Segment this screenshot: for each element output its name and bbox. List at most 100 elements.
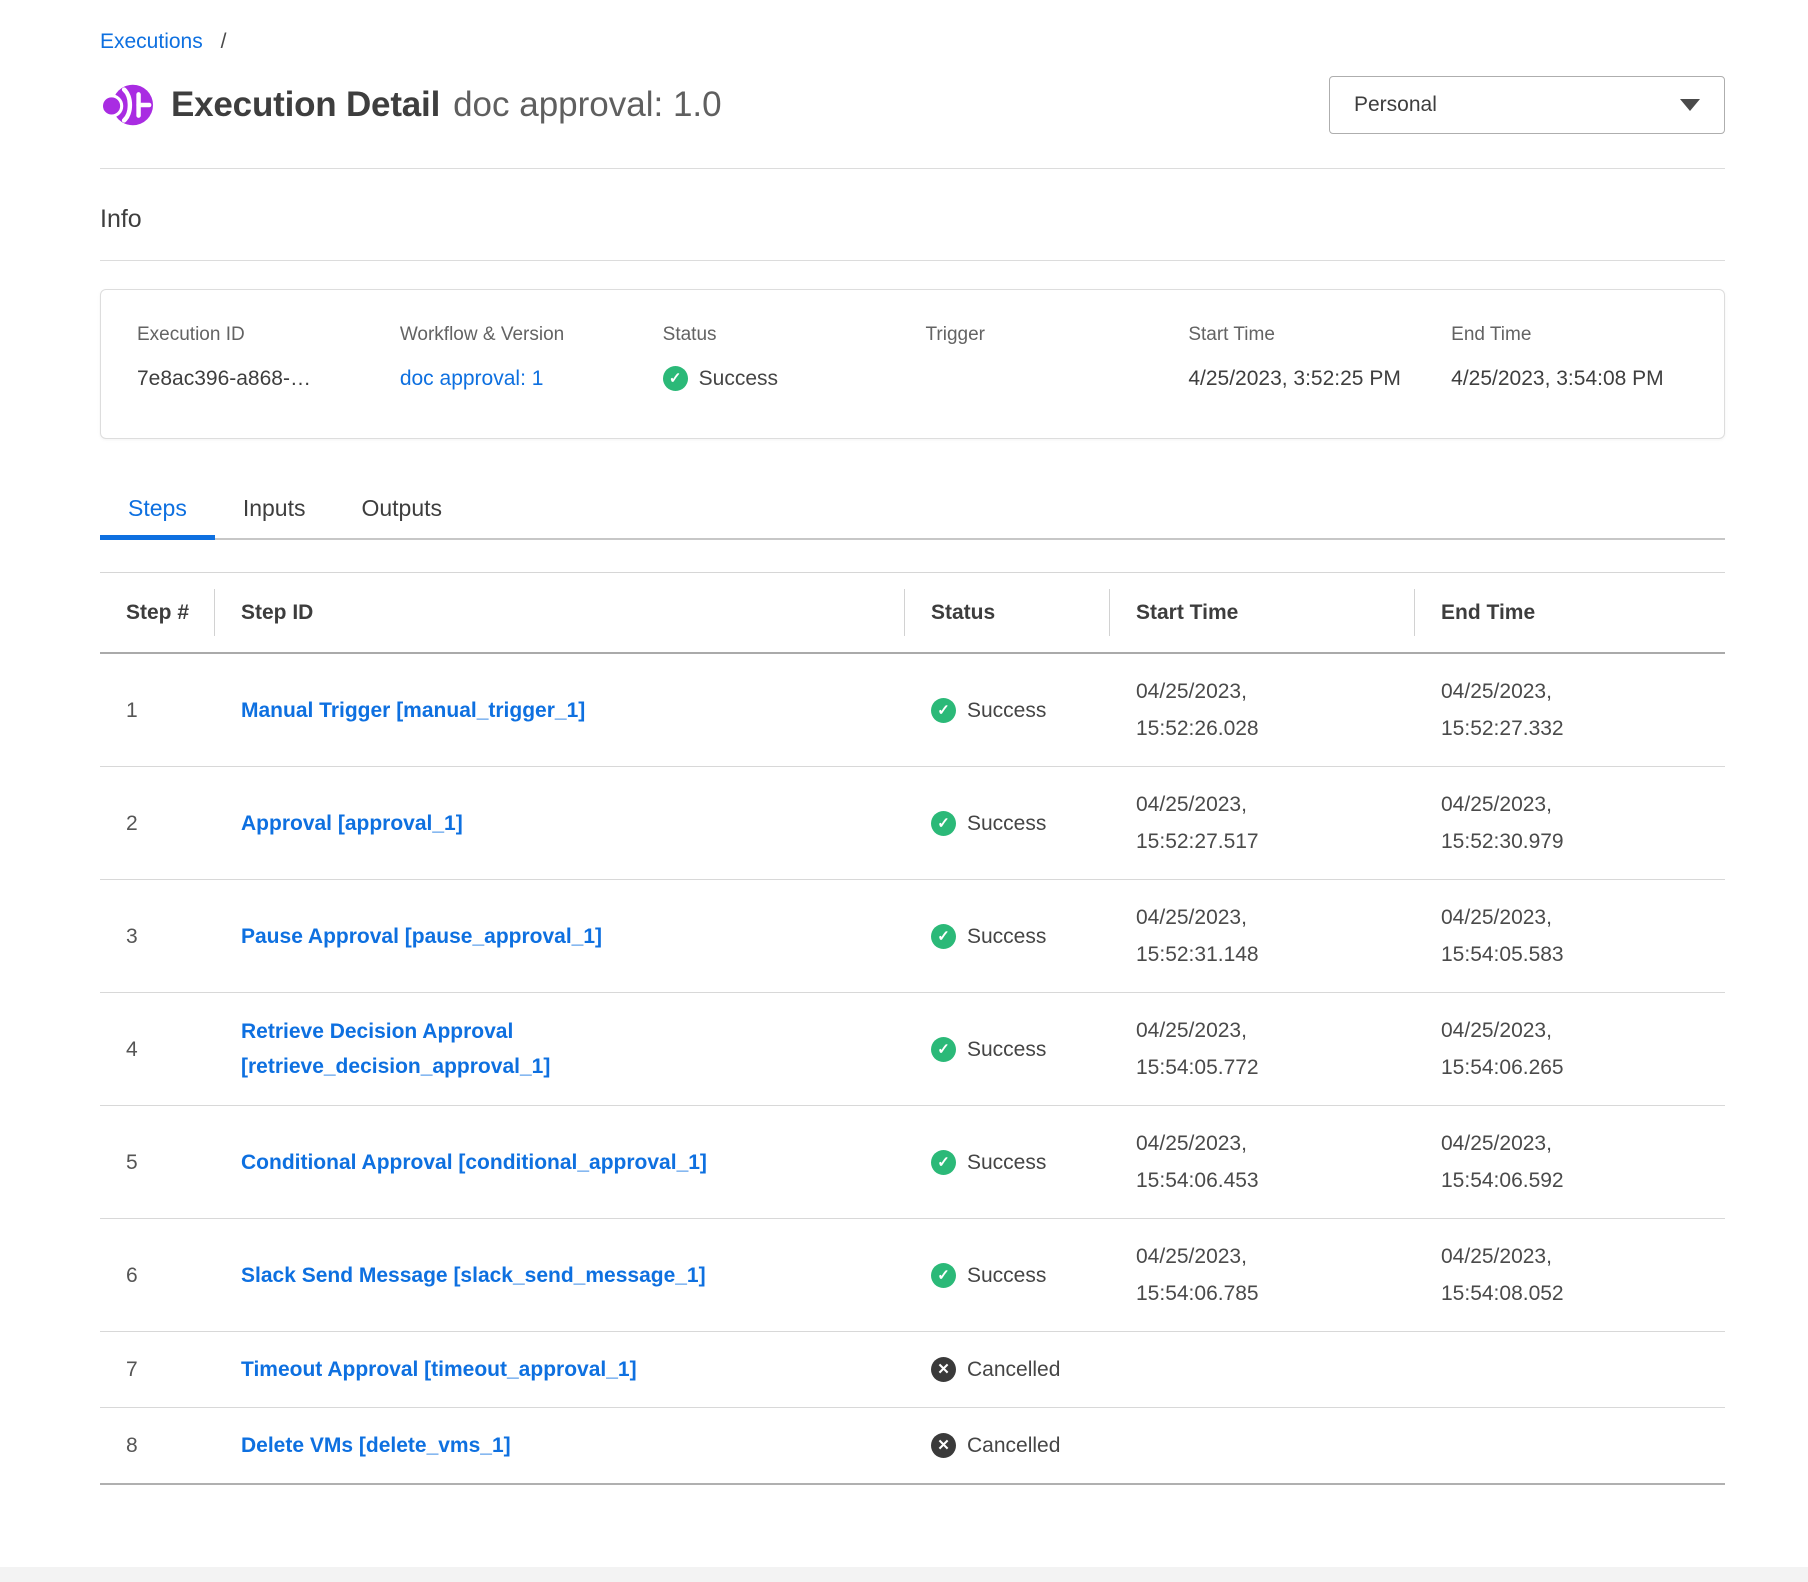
- step-number: 7: [100, 1332, 215, 1408]
- step-id-link[interactable]: Pause Approval [pause_approval_1]: [241, 919, 602, 954]
- step-id-link[interactable]: Slack Send Message [slack_send_message_1…: [241, 1258, 706, 1293]
- start-time-cell: [1110, 1408, 1415, 1485]
- status-cell: ✓ Success: [905, 880, 1110, 993]
- status-badge: ✓ Success: [931, 805, 1090, 842]
- scope-dropdown-value: Personal: [1354, 93, 1437, 117]
- status-cell: ✓ Success: [905, 1106, 1110, 1219]
- breadcrumb-executions-link[interactable]: Executions: [100, 30, 203, 53]
- step-id-cell: Delete VMs [delete_vms_1]: [215, 1408, 905, 1485]
- tab-outputs[interactable]: Outputs: [333, 485, 470, 538]
- status-text: Success: [699, 361, 778, 396]
- status-cell: ✓ Success: [905, 993, 1110, 1106]
- start-time-cell: 04/25/2023, 15:52:31.148: [1110, 880, 1415, 993]
- success-check-icon: ✓: [931, 1263, 956, 1288]
- end-time-text: 04/25/2023, 15:54:05.583: [1441, 899, 1616, 973]
- start-time-cell: 04/25/2023, 15:52:26.028: [1110, 653, 1415, 767]
- table-row: 4 Retrieve Decision Approval [retrieve_d…: [100, 993, 1725, 1106]
- end-time-cell: 04/25/2023, 15:52:30.979: [1415, 767, 1725, 880]
- cancelled-x-icon: ✕: [931, 1357, 956, 1382]
- start-time-cell: 04/25/2023, 15:52:27.517: [1110, 767, 1415, 880]
- step-id-link[interactable]: Approval [approval_1]: [241, 806, 463, 841]
- info-card: Execution ID 7e8ac396-a868-… Workflow & …: [100, 289, 1725, 439]
- end-time-text: 04/25/2023, 15:54:08.052: [1441, 1238, 1616, 1312]
- status-text: Cancelled: [967, 1351, 1060, 1388]
- page-header: Execution Detail doc approval: 1.0 Perso…: [100, 76, 1725, 134]
- page-subtitle: doc approval: 1.0: [453, 85, 722, 125]
- step-id-link[interactable]: Manual Trigger [manual_trigger_1]: [241, 693, 585, 728]
- column-header-step-number: Step #: [100, 573, 215, 654]
- end-time-text: 04/25/2023, 15:54:06.592: [1441, 1125, 1616, 1199]
- step-number: 6: [100, 1219, 215, 1332]
- info-divider: [100, 260, 1725, 261]
- info-field-end-time: End Time 4/25/2023, 3:54:08 PM: [1451, 324, 1714, 396]
- table-row: 8 Delete VMs [delete_vms_1] ✕ Cancelled: [100, 1408, 1725, 1485]
- info-label: Execution ID: [137, 324, 400, 346]
- info-label: Status: [663, 324, 926, 346]
- info-field-status: Status ✓ Success: [663, 324, 926, 396]
- info-label: End Time: [1451, 324, 1714, 346]
- step-id-link[interactable]: Delete VMs [delete_vms_1]: [241, 1428, 511, 1463]
- step-number: 1: [100, 653, 215, 767]
- workflow-icon: [100, 78, 154, 132]
- info-field-trigger: Trigger: [926, 324, 1189, 396]
- success-check-icon: ✓: [931, 811, 956, 836]
- status-text: Success: [967, 692, 1046, 729]
- step-id-cell: Timeout Approval [timeout_approval_1]: [215, 1332, 905, 1408]
- success-check-icon: ✓: [931, 1037, 956, 1062]
- status-text: Success: [967, 1144, 1046, 1181]
- scope-dropdown[interactable]: Personal: [1329, 76, 1725, 134]
- step-id-cell: Manual Trigger [manual_trigger_1]: [215, 653, 905, 767]
- step-number: 3: [100, 880, 215, 993]
- step-id-link[interactable]: Retrieve Decision Approval [retrieve_dec…: [241, 1014, 801, 1084]
- steps-table: Step # Step ID Status Start Time End Tim…: [100, 572, 1725, 1485]
- success-check-icon: ✓: [931, 698, 956, 723]
- table-row: 1 Manual Trigger [manual_trigger_1] ✓ Su…: [100, 653, 1725, 767]
- end-time-cell: 04/25/2023, 15:54:05.583: [1415, 880, 1725, 993]
- end-time-text: 04/25/2023, 15:52:27.332: [1441, 673, 1616, 747]
- info-label: Workflow & Version: [400, 324, 663, 346]
- status-badge: ✓ Success: [931, 1257, 1090, 1294]
- status-badge: ✓ Success: [931, 692, 1090, 729]
- execution-detail-page: Executions / Execution Detail doc approv…: [100, 0, 1725, 1485]
- column-header-status: Status: [905, 573, 1110, 654]
- page-title: Execution Detail: [171, 85, 440, 125]
- step-number: 8: [100, 1408, 215, 1485]
- status-cell: ✓ Success: [905, 1219, 1110, 1332]
- info-field-execution-id: Execution ID 7e8ac396-a868-…: [137, 324, 400, 396]
- table-row: 7 Timeout Approval [timeout_approval_1] …: [100, 1332, 1725, 1408]
- step-id-link[interactable]: Timeout Approval [timeout_approval_1]: [241, 1352, 637, 1387]
- status-text: Cancelled: [967, 1427, 1060, 1464]
- end-time-text: 04/25/2023, 15:54:06.265: [1441, 1012, 1616, 1086]
- end-time-cell: [1415, 1332, 1725, 1408]
- start-time-text: 04/25/2023, 15:54:06.785: [1136, 1238, 1311, 1312]
- step-id-cell: Slack Send Message [slack_send_message_1…: [215, 1219, 905, 1332]
- status-badge: ✕ Cancelled: [931, 1351, 1090, 1388]
- info-field-workflow-version: Workflow & Version doc approval: 1: [400, 324, 663, 396]
- step-id-cell: Conditional Approval [conditional_approv…: [215, 1106, 905, 1219]
- breadcrumb: Executions /: [100, 30, 1725, 54]
- tab-inputs[interactable]: Inputs: [215, 485, 334, 538]
- column-header-end-time: End Time: [1415, 573, 1725, 654]
- tab-steps[interactable]: Steps: [100, 485, 215, 538]
- header-divider: [100, 168, 1725, 169]
- status-badge: ✓ Success: [931, 918, 1090, 955]
- step-id-cell: Pause Approval [pause_approval_1]: [215, 880, 905, 993]
- step-id-cell: Approval [approval_1]: [215, 767, 905, 880]
- end-time-cell: 04/25/2023, 15:54:06.592: [1415, 1106, 1725, 1219]
- step-number: 4: [100, 993, 215, 1106]
- status-text: Success: [967, 918, 1046, 955]
- step-id-link[interactable]: Conditional Approval [conditional_approv…: [241, 1145, 707, 1180]
- footer-band: [0, 1567, 1808, 1582]
- status-text: Success: [967, 805, 1046, 842]
- workflow-version-link[interactable]: doc approval: 1: [400, 361, 544, 396]
- success-check-icon: ✓: [931, 1150, 956, 1175]
- start-time-cell: 04/25/2023, 15:54:05.772: [1110, 993, 1415, 1106]
- status-badge: ✓ Success: [931, 1144, 1090, 1181]
- status-cell: ✓ Success: [905, 767, 1110, 880]
- column-header-start-time: Start Time: [1110, 573, 1415, 654]
- breadcrumb-separator: /: [221, 30, 227, 53]
- status-text: Success: [967, 1031, 1046, 1068]
- tabs: Steps Inputs Outputs: [100, 485, 1725, 540]
- end-time-cell: 04/25/2023, 15:52:27.332: [1415, 653, 1725, 767]
- start-time-text: 04/25/2023, 15:54:06.453: [1136, 1125, 1311, 1199]
